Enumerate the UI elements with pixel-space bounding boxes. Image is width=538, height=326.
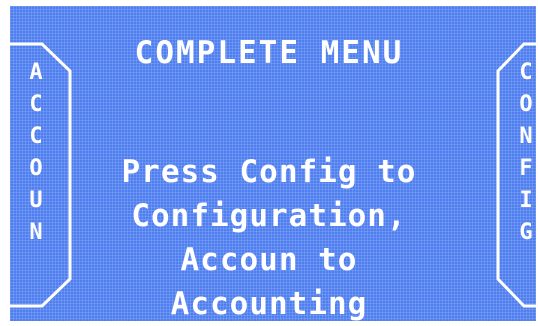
config-letter: C: [519, 60, 533, 85]
message-line: Accoun to: [180, 242, 358, 278]
accoun-letter: C: [29, 92, 43, 117]
config-button-label: C O N F I G: [506, 60, 538, 246]
accoun-letter: A: [29, 60, 43, 85]
accoun-letter: N: [29, 220, 43, 245]
config-letter: I: [519, 188, 533, 213]
message-line: Configuration,: [131, 198, 407, 234]
config-button[interactable]: C O N F I G: [494, 42, 538, 308]
config-letter: F: [519, 156, 533, 181]
config-letter: G: [519, 220, 533, 245]
accoun-button[interactable]: A C C O U N: [6, 42, 76, 308]
message-line: Accounting: [170, 286, 368, 322]
accoun-letter: O: [29, 156, 43, 181]
message-line: Press Config to: [121, 154, 417, 190]
accoun-button-label: A C C O U N: [8, 60, 64, 246]
instruction-message: Press Config to Configuration, Accoun to…: [0, 150, 538, 326]
config-letter: N: [519, 124, 533, 149]
menu-title: COMPLETE MENU: [134, 35, 404, 71]
accoun-letter: U: [29, 188, 43, 213]
config-letter: O: [519, 92, 533, 117]
accoun-letter: C: [29, 124, 43, 149]
